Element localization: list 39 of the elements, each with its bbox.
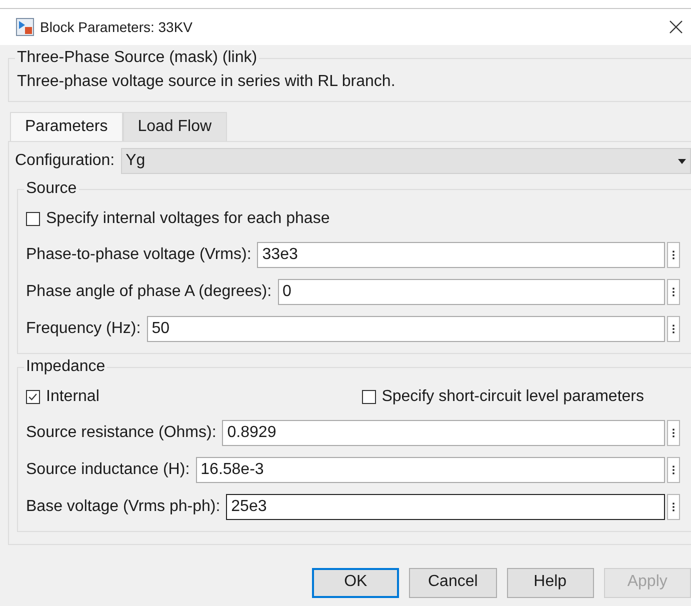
tab[interactable]: Load Flow [122,112,227,141]
checkbox-label: Specify internal voltages for each phase [46,210,330,228]
block-description: Three-phase voltage source in series with RL branch. [17,73,396,91]
more-options-icon[interactable] [667,420,680,446]
input-field[interactable]: 16.58e-3 [196,456,665,482]
more-options-icon[interactable] [667,494,680,520]
field-label: Phase angle of phase A (degrees): [26,282,272,300]
block-icon [16,18,34,36]
dialog-button[interactable]: OK [312,568,400,598]
field-label: Base voltage (Vrms ph-ph): [26,498,220,516]
checkbox-label: Specify short-circuit level parameters [382,388,644,406]
input-field[interactable]: 0.8929 [222,420,665,446]
dropdown-caret-icon [678,158,686,164]
more-options-icon[interactable] [667,242,680,268]
more-options-icon[interactable] [667,456,680,482]
group-title: Impedance [25,358,106,376]
dialog-button[interactable]: Cancel [409,568,497,598]
more-options-icon[interactable] [667,278,680,304]
configuration-dropdown[interactable]: Yg [120,148,691,174]
input-field[interactable]: 25e3 [226,494,665,520]
window-title: Block Parameters: 33KV [40,19,193,35]
field-label: Source inductance (H): [26,460,190,478]
close-icon[interactable] [669,20,683,34]
field-label: Source resistance (Ohms): [26,424,216,442]
checkbox[interactable] [26,390,40,404]
more-options-icon[interactable] [667,316,680,342]
checkbox-label: Internal [46,388,100,406]
input-field[interactable]: 0 [278,278,665,304]
configuration-label: Configuration: [15,152,115,170]
field-label: Phase-to-phase voltage (Vrms): [26,246,252,264]
checkbox[interactable] [26,212,40,226]
field-label: Frequency (Hz): [26,320,141,338]
tab[interactable]: Parameters [10,112,123,141]
checkbox[interactable] [362,390,376,404]
group-title: Source [25,180,78,198]
input-field[interactable]: 50 [146,316,665,342]
dialog-button[interactable]: Help [506,568,594,598]
mask-title: Three-Phase Source (mask) (link) [16,49,258,67]
input-field[interactable]: 33e3 [257,242,665,268]
